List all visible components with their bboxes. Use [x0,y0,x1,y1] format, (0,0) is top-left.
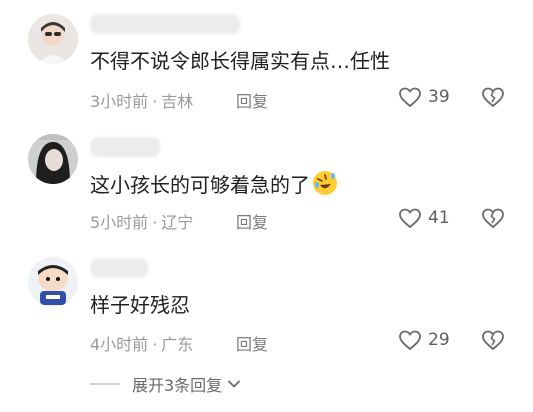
heart-outline-icon [399,87,421,108]
comment-text: 这小孩长的可够着急的了 [90,170,338,198]
heart-outline-icon [399,330,421,351]
like-button[interactable]: 41 [398,207,450,229]
rolling-on-floor-laughing-emoji-icon [313,171,337,195]
avatar-girl-image [28,134,78,184]
username-blurred[interactable] [90,137,160,157]
avatar-cartoon-image [28,257,78,307]
meta-separator: · [152,92,158,111]
expand-replies-label: 展开3条回复 [132,376,223,395]
username-blurred[interactable] [90,258,148,278]
avatar[interactable] [28,257,78,307]
comment-text-content: 这小孩长的可够着急的了 [90,173,310,197]
avatar[interactable] [28,134,78,184]
comment-time: 5小时前 [90,213,149,232]
comment-meta: 3小时前 · 吉林 [90,88,193,112]
like-count: 29 [428,330,450,350]
comment-text: 不得不说令郎长得属实有点…任性 [90,49,390,73]
meta-separator: · [152,335,158,354]
reply-button[interactable]: 回复 [236,331,268,355]
avatar-child-image [28,14,78,64]
comment-time: 3小时前 [90,92,149,111]
broken-heart-icon[interactable] [481,329,505,351]
comment-location: 广东 [161,335,194,354]
comment-time: 4小时前 [90,335,149,354]
reply-button[interactable]: 回复 [236,209,268,233]
heart-outline-icon [399,208,421,229]
username-blurred[interactable] [90,14,240,34]
comment-location: 辽宁 [161,213,194,232]
like-button[interactable]: 29 [398,329,450,351]
avatar[interactable] [28,14,78,64]
broken-heart-icon[interactable] [481,207,505,229]
broken-heart-icon[interactable] [481,86,505,108]
comment-text: 样子好残忍 [90,293,190,317]
chevron-down-icon [228,380,241,388]
comment-meta: 5小时前 · 辽宁 [90,209,193,233]
divider-line [90,383,120,385]
like-count: 39 [428,87,450,107]
comment-meta: 4小时前 · 广东 [90,331,193,355]
comment-location: 吉林 [161,92,194,111]
reply-button[interactable]: 回复 [236,88,268,112]
like-button[interactable]: 39 [398,86,450,108]
like-count: 41 [428,208,450,228]
expand-replies-button[interactable]: 展开3条回复 [90,372,242,396]
meta-separator: · [152,213,158,232]
